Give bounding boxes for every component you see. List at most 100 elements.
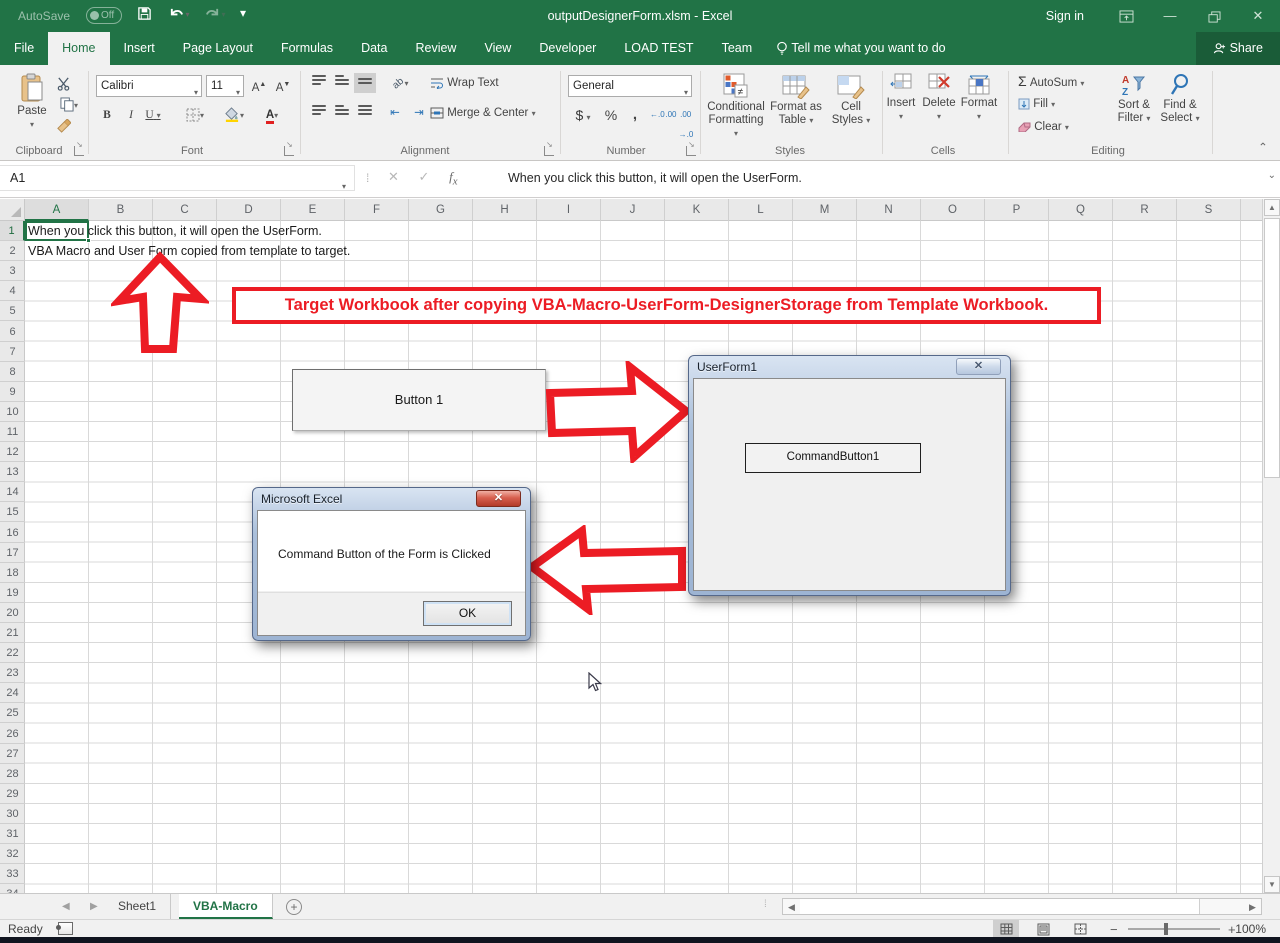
ribbon-tab-view[interactable]: View — [470, 32, 525, 65]
comma-style-icon[interactable]: , — [624, 105, 646, 125]
wrap-text-button[interactable]: Wrap Text — [430, 73, 530, 93]
column-header-c[interactable]: C — [153, 199, 217, 221]
row-header-6[interactable]: 6 — [0, 322, 25, 342]
macro-record-icon[interactable] — [56, 922, 73, 935]
merge-center-button[interactable]: Merge & Center ▾ — [430, 103, 558, 123]
row-header-33[interactable]: 33 — [0, 864, 25, 885]
row-header-14[interactable]: 14 — [0, 482, 25, 503]
tabbar-splitter[interactable]: ⁞ — [764, 899, 768, 910]
ribbon-display-options-icon[interactable] — [1104, 0, 1148, 32]
font-name-combo[interactable]: Calibri ▾ — [96, 75, 202, 97]
msgbox-close-button[interactable]: ✕ — [476, 490, 521, 507]
find-select-button[interactable]: Find & Select ▾ — [1158, 73, 1202, 125]
row-header-19[interactable]: 19 — [0, 583, 25, 603]
format-as-table-button[interactable]: Format as Table ▾ — [768, 73, 824, 127]
minimize-icon[interactable]: — — [1148, 0, 1192, 32]
row-header-30[interactable]: 30 — [0, 804, 25, 824]
column-header-k[interactable]: K — [665, 199, 729, 221]
hscroll-thumb[interactable] — [800, 899, 1200, 914]
row-header-22[interactable]: 22 — [0, 643, 25, 664]
restore-icon[interactable] — [1192, 0, 1236, 32]
row-header-21[interactable]: 21 — [0, 623, 25, 644]
row-header-15[interactable]: 15 — [0, 502, 25, 523]
close-icon[interactable]: ✕ — [1236, 0, 1280, 32]
vertical-scrollbar[interactable]: ▲ ▼ — [1262, 199, 1280, 893]
clipboard-dialog-launcher-icon[interactable] — [74, 140, 84, 156]
cancel-entry-icon[interactable]: ✕ — [388, 169, 399, 184]
ribbon-tab-file[interactable]: File — [0, 32, 48, 65]
ribbon-tab-review[interactable]: Review — [401, 32, 470, 65]
ribbon-tab-team[interactable]: Team — [708, 32, 767, 65]
column-header-d[interactable]: D — [217, 199, 281, 221]
scroll-right-icon[interactable]: ▶ — [1245, 900, 1260, 914]
new-sheet-button[interactable]: + — [286, 899, 302, 915]
column-header-b[interactable]: B — [89, 199, 153, 221]
row-header-28[interactable]: 28 — [0, 764, 25, 784]
row-header-29[interactable]: 29 — [0, 784, 25, 804]
row-header-23[interactable]: 23 — [0, 663, 25, 684]
row-header-9[interactable]: 9 — [0, 382, 25, 402]
delete-cells-button[interactable]: Delete ▾ — [922, 73, 956, 123]
number-format-combo[interactable]: General ▾ — [568, 75, 692, 97]
column-header-g[interactable]: G — [409, 199, 473, 221]
format-painter-icon[interactable] — [52, 117, 74, 137]
column-header-r[interactable]: R — [1113, 199, 1177, 221]
column-header-o[interactable]: O — [921, 199, 985, 221]
sort-filter-button[interactable]: AZ Sort & Filter ▾ — [1112, 73, 1156, 125]
increase-decimal-icon[interactable]: ←.0 .00 — [650, 105, 676, 125]
align-left-icon[interactable] — [308, 103, 330, 123]
accounting-format-icon[interactable]: $ ▾ — [568, 105, 598, 125]
decrease-font-icon[interactable]: A▼ — [272, 75, 294, 95]
row-header-34[interactable]: 34 — [0, 884, 25, 893]
fill-button[interactable]: Fill ▾ — [1018, 94, 1078, 114]
row-header-3[interactable]: 3 — [0, 261, 25, 282]
column-header-q[interactable]: Q — [1049, 199, 1113, 221]
sheet-tab-vba-macro[interactable]: VBA-Macro — [179, 894, 273, 919]
row-header-16[interactable]: 16 — [0, 523, 25, 543]
name-box[interactable]: A1 ▾ — [0, 165, 355, 191]
page-layout-view-icon[interactable] — [1030, 920, 1056, 938]
row-header-1[interactable]: 1 — [0, 221, 25, 242]
column-header-l[interactable]: L — [729, 199, 793, 221]
column-header-j[interactable]: J — [601, 199, 665, 221]
sign-in-link[interactable]: Sign in — [1046, 9, 1084, 23]
ribbon-tab-formulas[interactable]: Formulas — [267, 32, 347, 65]
percent-style-icon[interactable]: % — [600, 105, 622, 125]
column-header-f[interactable]: F — [345, 199, 409, 221]
conditional-formatting-button[interactable]: ≠ Conditional Formatting ▾ — [706, 73, 766, 140]
font-color-icon[interactable]: A▾ — [254, 105, 290, 125]
userform-close-button[interactable]: ✕ — [956, 358, 1001, 375]
collapse-ribbon-icon[interactable]: ⌃ — [1252, 138, 1274, 158]
share-button[interactable]: Share — [1196, 32, 1280, 65]
font-size-combo[interactable]: 11 ▾ — [206, 75, 244, 97]
orientation-icon[interactable]: ab▾ — [384, 73, 418, 93]
userform-title-bar[interactable]: UserForm1 ✕ — [689, 356, 1010, 378]
formula-content[interactable]: When you click this button, it will open… — [508, 171, 802, 185]
msgbox-title-bar[interactable]: Microsoft Excel ✕ — [253, 488, 530, 510]
clear-button[interactable]: Clear ▾ — [1018, 117, 1084, 137]
ribbon-tab-home[interactable]: Home — [48, 32, 110, 65]
number-dialog-launcher-icon[interactable] — [686, 140, 696, 156]
worksheet-form-button[interactable]: Button 1 — [292, 369, 546, 431]
format-cells-button[interactable]: Format ▾ — [960, 73, 998, 123]
row-header-31[interactable]: 31 — [0, 824, 25, 845]
row-header-32[interactable]: 32 — [0, 844, 25, 865]
row-header-8[interactable]: 8 — [0, 362, 25, 382]
ribbon-tab-developer[interactable]: Developer — [525, 32, 610, 65]
row-header-24[interactable]: 24 — [0, 683, 25, 704]
row-header-2[interactable]: 2 — [0, 241, 25, 262]
paste-button[interactable]: Paste ▾ — [10, 73, 54, 131]
normal-view-icon[interactable] — [993, 920, 1019, 938]
align-right-icon[interactable] — [354, 103, 376, 123]
copy-icon[interactable]: ▾ — [52, 95, 86, 115]
fill-color-icon[interactable]: ▾ — [216, 105, 252, 125]
ribbon-tab-load-test[interactable]: LOAD TEST — [610, 32, 707, 65]
underline-button[interactable]: U ▾ — [142, 105, 164, 125]
row-header-18[interactable]: 18 — [0, 563, 25, 583]
select-all-corner[interactable] — [0, 199, 25, 221]
insert-cells-button[interactable]: Insert ▾ — [886, 73, 916, 123]
zoom-slider-thumb[interactable] — [1164, 923, 1168, 935]
bold-button[interactable]: B — [96, 105, 118, 125]
row-header-27[interactable]: 27 — [0, 744, 25, 764]
autosum-button[interactable]: Σ AutoSum ▾ — [1018, 71, 1114, 91]
